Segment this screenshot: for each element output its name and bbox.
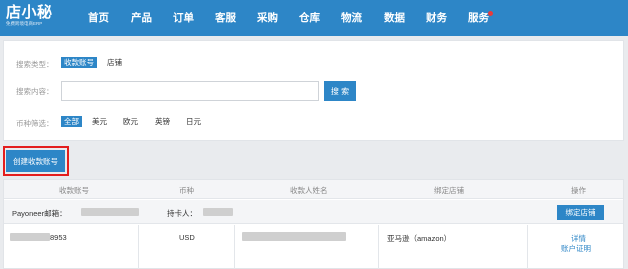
bound-shop-cell: 亚马逊（amazon）	[387, 234, 452, 243]
account-proof-link[interactable]: 账户证明	[561, 243, 591, 254]
logo-text: 店小秘	[6, 4, 53, 21]
currency-usd[interactable]: 美元	[92, 116, 107, 127]
nav-purchasing[interactable]: 采购	[257, 11, 278, 25]
bind-shop-button[interactable]: 绑定店铺	[557, 205, 604, 220]
filter-panel: 搜索类型： 收款账号 店铺 搜索内容： 搜 索 币种筛选： 全部 美元 欧元 英…	[3, 40, 624, 141]
logo-subtext: 免费跨境电商ERP	[6, 21, 43, 26]
nav-customer-service[interactable]: 客服	[215, 11, 236, 25]
notification-dot-icon	[488, 11, 493, 16]
search-button[interactable]: 搜 索	[324, 81, 356, 101]
redacted-email	[81, 208, 139, 216]
card-holder-label: 持卡人：	[167, 209, 197, 218]
table-row: 8953 USD 亚马逊（amazon） 详情 账户证明	[4, 225, 623, 269]
currency-jpy[interactable]: 日元	[186, 116, 201, 127]
nav-data[interactable]: 数据	[384, 11, 405, 25]
search-type-label: 搜索类型：	[16, 60, 54, 69]
account-group-row: Payoneer邮箱： 持卡人： 绑定店铺	[4, 200, 623, 224]
nav-warehouse[interactable]: 仓库	[299, 11, 320, 25]
column-currency: 币种	[179, 186, 194, 195]
column-account: 收款账号	[59, 186, 89, 195]
create-account-button[interactable]: 创建收款账号	[6, 150, 65, 172]
currency-gbp[interactable]: 英镑	[155, 116, 170, 127]
search-type-shop[interactable]: 店铺	[107, 57, 122, 68]
nav-services[interactable]: 服务	[468, 11, 489, 25]
currency-all[interactable]: 全部	[61, 116, 82, 127]
currency-eur[interactable]: 欧元	[123, 116, 138, 127]
payoneer-email-label: Payoneer邮箱：	[12, 209, 67, 218]
account-number: 8953	[50, 233, 67, 242]
currency-cell: USD	[179, 233, 195, 242]
search-input[interactable]	[61, 81, 319, 101]
table-header: 收款账号 币种 收款人姓名 绑定店铺 操作	[4, 180, 623, 199]
column-payee-name: 收款人姓名	[290, 186, 328, 195]
accounts-table: 收款账号 币种 收款人姓名 绑定店铺 操作 Payoneer邮箱： 持卡人： 绑…	[3, 179, 624, 269]
nav-logistics[interactable]: 物流	[341, 11, 362, 25]
nav-orders[interactable]: 订单	[173, 11, 194, 25]
column-actions: 操作	[571, 186, 586, 195]
redacted-account-prefix	[10, 233, 50, 241]
logo[interactable]: 店小秘 免费跨境电商ERP	[6, 4, 53, 27]
search-type-account[interactable]: 收款账号	[61, 57, 97, 68]
top-navbar: 店小秘 免费跨境电商ERP 首页 产品 订单 客服 采购 仓库 物流 数据 财务…	[0, 0, 628, 36]
currency-filter-label: 币种筛选：	[16, 119, 54, 128]
nav-products[interactable]: 产品	[131, 11, 152, 25]
search-content-label: 搜索内容：	[16, 87, 54, 96]
column-bound-shop: 绑定店铺	[434, 186, 464, 195]
nav-finance[interactable]: 财务	[426, 11, 447, 25]
redacted-payee-name	[242, 232, 346, 241]
redacted-holder	[203, 208, 233, 216]
nav-home[interactable]: 首页	[88, 11, 109, 25]
